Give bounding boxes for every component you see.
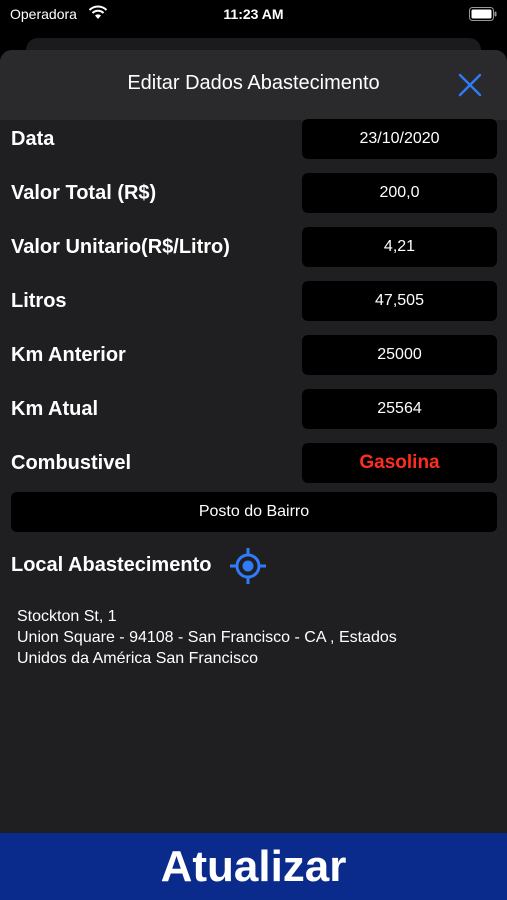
update-button[interactable]: Atualizar [0,833,507,900]
address-line: Union Square - 94108 - San Francisco - C… [17,629,397,646]
unit-price-label: Valor Unitario(R$/Litro) [11,236,230,258]
locate-icon[interactable] [229,547,267,585]
address-text: Stockton St, 1 Union Square - 94108 - Sa… [17,606,477,669]
edit-sheet: Editar Dados Abastecimento Data 23/10/20… [0,50,507,900]
unit-price-field[interactable]: 4,21 [302,227,497,267]
previous-km-label: Km Anterior [11,344,126,366]
address-line: Stockton St, 1 [17,608,117,625]
nav-bar: Editar Dados Abastecimento [0,50,507,120]
clock: 11:23 AM [223,6,284,22]
address-line: Unidos da América San Francisco [17,650,258,667]
previous-km-field[interactable]: 25000 [302,335,497,375]
liters-field[interactable]: 47,505 [302,281,497,321]
fuel-label: Combustivel [11,452,132,474]
date-field[interactable]: 23/10/2020 [302,119,497,159]
fuel-selector[interactable]: Gasolina [302,443,497,483]
current-km-label: Km Atual [11,398,99,420]
battery-icon [469,7,497,21]
close-icon[interactable] [457,72,483,98]
page-title: Editar Dados Abastecimento [127,72,380,94]
location-label: Local Abastecimento [11,554,212,576]
current-km-field[interactable]: 25564 [302,389,497,429]
date-label: Data [11,128,55,150]
liters-label: Litros [11,290,67,312]
total-value-label: Valor Total (R$) [11,182,157,204]
gas-station-field[interactable]: Posto do Bairro [11,492,497,532]
total-value-field[interactable]: 200,0 [302,173,497,213]
status-bar: Operadora 11:23 AM [0,0,507,30]
